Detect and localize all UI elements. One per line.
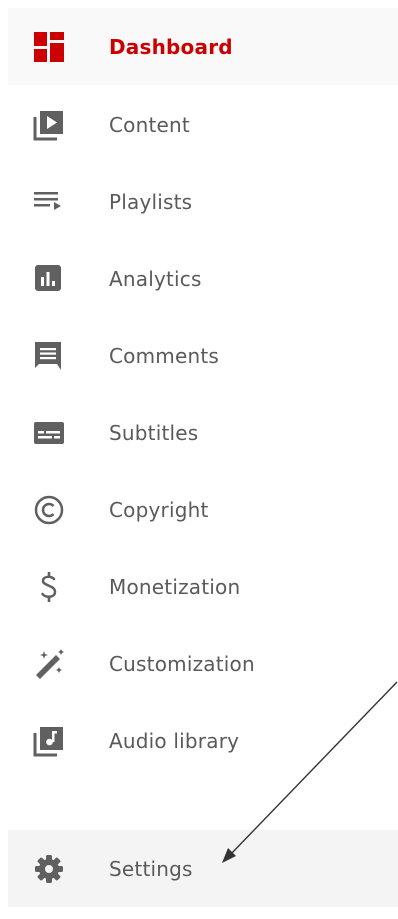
content-video-icon (31, 107, 67, 143)
sidebar-item-label: Customization (109, 651, 255, 676)
sidebar-item-content[interactable]: Content (8, 86, 398, 163)
gear-icon (31, 851, 67, 887)
sidebar-item-playlists[interactable]: Playlists (8, 163, 398, 240)
studio-sidebar: Dashboard Content Playlists Analytics Co… (0, 0, 398, 919)
sidebar-item-label: Comments (109, 343, 220, 368)
sidebar-item-dashboard[interactable]: Dashboard (8, 8, 398, 85)
sidebar-item-label: Copyright (109, 497, 209, 522)
sidebar-item-comments[interactable]: Comments (8, 317, 398, 394)
dollar-icon (31, 569, 67, 605)
sidebar-item-audio-library[interactable]: Audio library (8, 702, 398, 779)
sidebar-item-settings[interactable]: Settings (8, 830, 398, 907)
sidebar-item-subtitles[interactable]: Subtitles (8, 394, 398, 471)
sidebar-item-monetization[interactable]: Monetization (8, 548, 398, 625)
magic-wand-icon (31, 646, 67, 682)
sidebar-item-analytics[interactable]: Analytics (8, 240, 398, 317)
sidebar-item-customization[interactable]: Customization (8, 625, 398, 702)
copyright-icon (31, 492, 67, 528)
dashboard-icon (31, 29, 67, 65)
comments-icon (31, 338, 67, 374)
sidebar-item-label: Monetization (109, 574, 241, 599)
playlists-icon (31, 184, 67, 220)
sidebar-item-label: Content (109, 112, 190, 137)
sidebar-item-label: Dashboard (109, 34, 233, 59)
sidebar-item-label: Subtitles (109, 420, 199, 445)
audio-library-icon (31, 723, 67, 759)
sidebar-item-label: Playlists (109, 189, 193, 214)
analytics-icon (31, 261, 67, 297)
sidebar-item-label: Analytics (109, 266, 202, 291)
sidebar-item-label: Audio library (109, 728, 240, 753)
sidebar-item-label: Settings (109, 856, 193, 881)
sidebar-item-copyright[interactable]: Copyright (8, 471, 398, 548)
subtitles-icon (31, 415, 67, 451)
